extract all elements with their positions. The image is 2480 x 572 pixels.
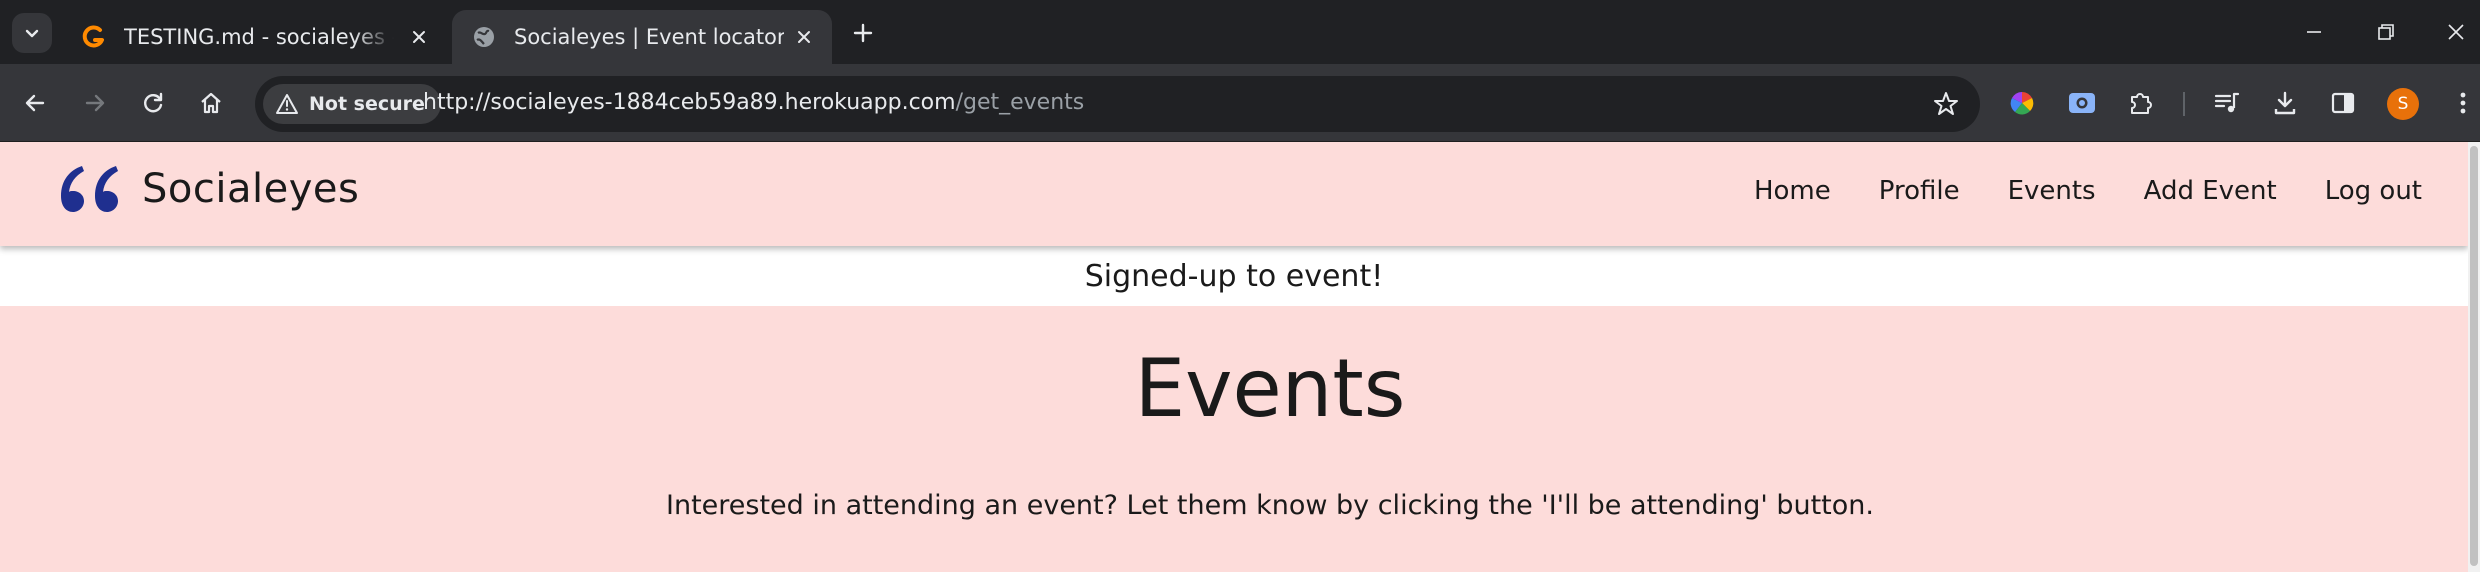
puzzle-icon — [2131, 93, 2152, 114]
nav-log-out[interactable]: Log out — [2325, 176, 2422, 206]
minimize-icon — [2307, 31, 2321, 33]
gitpod-icon — [80, 23, 108, 51]
profile-avatar[interactable]: S — [2387, 88, 2419, 120]
close-window-button[interactable] — [2436, 14, 2476, 50]
extensions-button[interactable] — [2122, 84, 2160, 122]
url-text[interactable]: http://socialeyes-1884ceb59a89.herokuapp… — [423, 90, 1084, 115]
url-path: /get_events — [955, 90, 1085, 115]
brand-name: Socialeyes — [142, 166, 360, 212]
main-nav: Home Profile Events Add Event Log out — [1706, 176, 2422, 206]
scrollbar-thumb[interactable] — [2470, 146, 2478, 566]
color-picker-extension[interactable] — [2003, 84, 2041, 122]
nav-events[interactable]: Events — [2008, 176, 2096, 206]
arrow-left-icon — [25, 94, 45, 112]
browser-tab-strip: TESTING.md - socialeyes - Gitpod Sociale… — [0, 0, 2480, 64]
security-label: Not secure — [309, 93, 425, 115]
address-bar[interactable]: Not secure http://socialeyes-1884ceb59a8… — [255, 76, 1980, 132]
arrow-right-icon — [85, 94, 105, 112]
warning-icon — [275, 93, 299, 115]
toolbar-divider — [2183, 92, 2185, 116]
minimize-button[interactable] — [2294, 14, 2334, 50]
browser-menu-button[interactable] — [2444, 84, 2480, 122]
queue-music-icon — [2214, 92, 2240, 113]
bookmark-star-button[interactable] — [1930, 88, 1962, 120]
restore-button[interactable] — [2366, 14, 2406, 50]
quote-logo-icon — [61, 166, 118, 212]
forward-button[interactable] — [76, 84, 114, 122]
close-icon[interactable] — [405, 23, 433, 51]
new-tab-button[interactable] — [846, 16, 880, 50]
nav-profile[interactable]: Profile — [1879, 176, 1960, 206]
back-button[interactable] — [16, 84, 54, 122]
download-icon — [2274, 91, 2296, 115]
close-icon — [2448, 24, 2464, 40]
close-icon[interactable] — [790, 23, 818, 51]
home-icon — [201, 92, 221, 114]
flash-message: Signed-up to event! — [0, 246, 2468, 306]
reload-icon — [144, 92, 163, 113]
tab-socialeyes[interactable]: Socialeyes | Event locator — [452, 10, 832, 64]
globe-icon — [470, 23, 498, 51]
nav-home[interactable]: Home — [1754, 176, 1831, 206]
side-panel-button[interactable] — [2324, 84, 2362, 122]
web-page: Socialeyes Home Profile Events Add Event… — [0, 142, 2468, 572]
plus-icon — [853, 23, 873, 43]
screen-capture-extension[interactable] — [2063, 84, 2101, 122]
restore-icon — [2378, 24, 2394, 40]
camera-icon — [2069, 93, 2095, 113]
tab-title: TESTING.md - socialeyes - Gitpod — [124, 25, 394, 49]
tab-testing-md[interactable]: TESTING.md - socialeyes - Gitpod — [62, 10, 447, 64]
more-vertical-icon — [2460, 92, 2466, 114]
reload-button[interactable] — [134, 84, 172, 122]
page-title: Events — [1134, 342, 1406, 435]
side-panel-icon — [2331, 92, 2355, 114]
page-subtitle: Interested in attending an event? Let th… — [666, 490, 1874, 521]
downloads-button[interactable] — [2266, 84, 2304, 122]
home-button[interactable] — [192, 84, 230, 122]
browser-toolbar: Not secure http://socialeyes-1884ceb59a8… — [0, 64, 2480, 142]
tab-title: Socialeyes | Event locator — [514, 25, 784, 49]
page-scrollbar[interactable] — [2468, 142, 2480, 572]
nav-add-event[interactable]: Add Event — [2144, 176, 2277, 206]
star-icon — [1934, 92, 1958, 115]
tab-search-button[interactable] — [12, 13, 52, 53]
url-host: http://socialeyes-1884ceb59a89.herokuapp… — [423, 90, 956, 115]
media-controls-button[interactable] — [2208, 84, 2246, 122]
events-header: Events Interested in attending an event?… — [0, 306, 2468, 572]
site-navbar: Socialeyes Home Profile Events Add Event… — [0, 142, 2468, 246]
color-wheel-icon — [2010, 91, 2034, 115]
brand-link[interactable]: Socialeyes — [58, 164, 359, 214]
security-chip[interactable]: Not secure — [263, 84, 441, 124]
chevron-down-icon — [25, 29, 39, 38]
